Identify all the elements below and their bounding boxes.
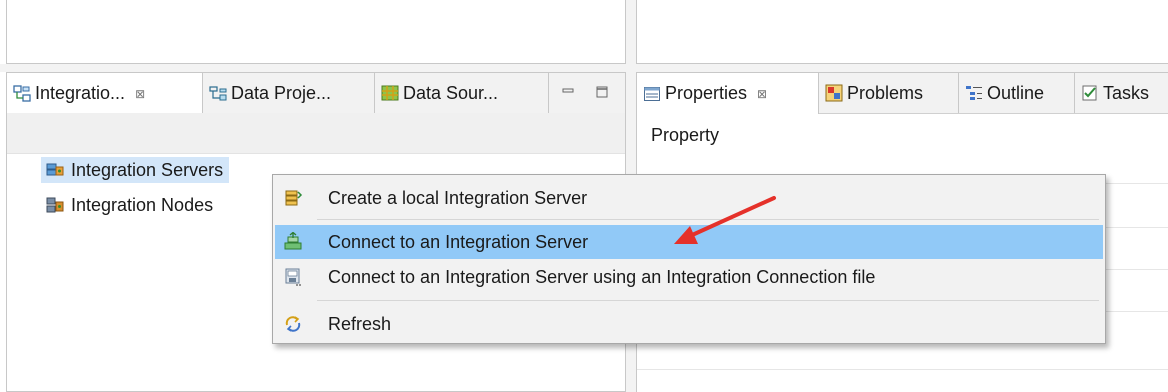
data-source-icon — [381, 84, 399, 102]
menu-item-label: Refresh — [328, 313, 392, 334]
menu-item-label: Connect to an Integration Server using a… — [328, 266, 876, 287]
menu-separator — [317, 300, 1099, 301]
property-column-header: Property — [651, 125, 720, 145]
tab-data-source-label: Data Sour... — [403, 82, 499, 103]
tree-item-integration-nodes[interactable]: Integration Nodes — [41, 192, 219, 218]
minimize-icon[interactable] — [561, 83, 575, 97]
horizontal-sash-right[interactable] — [636, 64, 1168, 72]
top-left-editor-area — [6, 0, 626, 64]
tree-item-integration-servers[interactable]: Integration Servers — [41, 157, 230, 183]
tasks-icon — [1081, 84, 1099, 102]
menu-item-label: Connect to an Integration Server — [328, 231, 589, 252]
top-right-editor-area — [636, 0, 1168, 64]
tab-tasks-label: Tasks — [1103, 82, 1150, 103]
tab-problems-label: Problems — [847, 82, 924, 103]
tab-data-project[interactable]: Data Proje... — [203, 73, 375, 113]
tab-integration-explorer[interactable]: Integratio... ⊠ — [7, 73, 203, 114]
tab-properties[interactable]: Properties ⊠ — [637, 73, 819, 114]
outline-icon — [965, 84, 983, 102]
tab-integration-explorer-label: Integratio... — [35, 83, 126, 103]
connection-file-icon — [283, 267, 303, 287]
integration-explorer-icon — [13, 84, 31, 103]
close-icon[interactable]: ⊠ — [135, 87, 145, 101]
right-tab-bar: Properties ⊠ Problems Outline Tasks — [637, 73, 1168, 114]
horizontal-sash-left[interactable] — [0, 64, 626, 72]
menu-item-connect-with-file[interactable]: Connect to an Integration Server using a… — [275, 260, 1103, 294]
connect-server-icon — [283, 231, 303, 252]
view-toolbar — [7, 113, 625, 154]
data-project-icon — [209, 84, 227, 102]
maximize-icon[interactable] — [595, 83, 609, 98]
problems-icon — [825, 84, 843, 102]
tab-tasks[interactable]: Tasks — [1075, 73, 1168, 113]
tree-item-label: Integration Nodes — [71, 194, 214, 215]
tab-problems[interactable]: Problems — [819, 73, 959, 113]
close-icon[interactable]: ⊠ — [757, 87, 767, 101]
annotation-arrow-icon — [674, 196, 776, 244]
integration-servers-icon — [45, 161, 65, 179]
menu-item-refresh[interactable]: Refresh — [275, 307, 1103, 341]
tab-outline-label: Outline — [987, 82, 1045, 103]
tab-outline[interactable]: Outline — [959, 73, 1075, 113]
create-server-icon — [283, 188, 303, 208]
integration-nodes-icon — [45, 196, 65, 214]
tab-data-project-label: Data Proje... — [231, 82, 332, 103]
tree-item-label: Integration Servers — [71, 159, 224, 180]
refresh-icon — [283, 314, 303, 334]
menu-item-label: Create a local Integration Server — [328, 187, 588, 208]
tab-data-source[interactable]: Data Sour... — [375, 73, 549, 113]
tab-properties-label: Properties — [665, 83, 748, 103]
property-row-divider — [637, 369, 1168, 370]
properties-icon — [643, 85, 661, 103]
left-tab-bar: Integratio... ⊠ Data Proje... Data Sour.… — [7, 73, 625, 114]
